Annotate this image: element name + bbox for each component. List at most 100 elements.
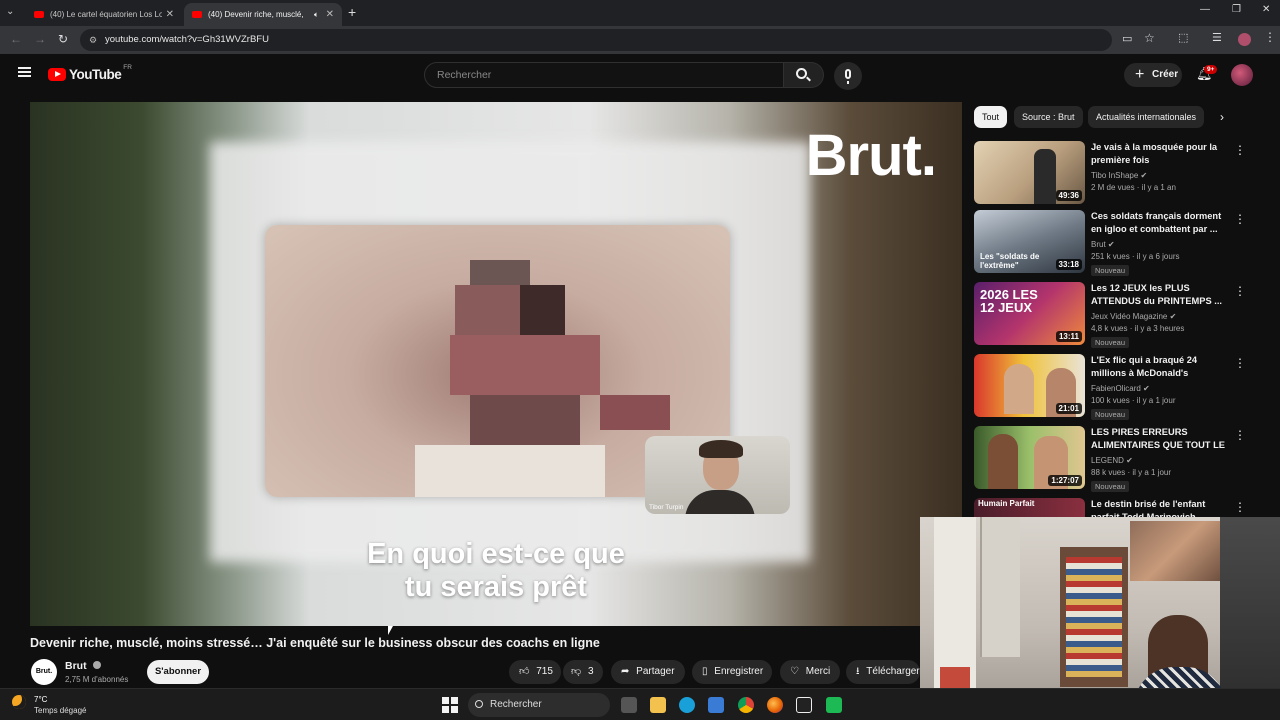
tab-list-dropdown-icon[interactable]: ⌄ [6,6,14,17]
task-view-icon[interactable] [621,697,637,713]
search-button[interactable] [784,62,824,88]
region-code: FR [123,64,132,71]
recommendation-meta: 88 k vues · il y a 1 jour [1091,468,1172,477]
channel-avatar-text: Brut. [35,668,53,675]
video-player[interactable]: Tibor Turpin Brut. En quoi est-ce que tu… [30,102,962,626]
save-button[interactable]: ▯ Enregistrer [692,660,772,684]
more-options-icon[interactable]: ⋮ [1234,500,1246,514]
subtitle-line-2: tu serais prêt [404,571,588,603]
browser-tab-1[interactable]: (40) Le cartel équatorien Los Lo ✕ [26,3,182,26]
taskbar-search[interactable]: Rechercher [468,693,610,717]
recommendation-item[interactable]: 21:01 L'Ex flic qui a braqué 24 millions… [974,354,1254,420]
verified-icon: ✔ [1143,384,1150,393]
channel-name[interactable]: Brut [65,660,101,672]
new-tab-button[interactable]: + [348,4,356,20]
video-thumbnail: 1:27:07 [974,426,1085,489]
store-icon[interactable] [708,697,724,713]
recommendation-item[interactable]: 1:27:07 LES PIRES ERREURS ALIMENTAIRES Q… [974,426,1254,492]
more-options-icon[interactable]: ⋮ [1234,212,1246,226]
extensions-icon[interactable]: ⬚ [1178,31,1188,44]
voice-search-button[interactable] [834,62,862,90]
recommendation-channel: LEGEND ✔ [1091,456,1133,465]
reading-list-icon[interactable]: ☰ [1212,31,1222,44]
video-title: Devenir riche, musclé, moins stressé… J'… [30,636,600,650]
mouse-cursor-icon [388,626,398,635]
account-avatar[interactable] [1231,64,1253,86]
download-icon: ⭳ [856,666,860,677]
save-label: Enregistrer [714,666,764,677]
logo-text: YouTube [69,67,122,82]
close-tab-icon[interactable]: ✕ [166,9,174,20]
duration-badge: 13:11 [1055,331,1082,342]
filter-chips: Tout Source : Brut Actualités internatio… [972,106,1240,130]
video-thumbnail: Les "soldats de l'extrême" 33:18 [974,210,1085,273]
notification-count-badge: 9+ [1204,65,1218,74]
browser-menu-icon[interactable]: ⋮ [1264,30,1276,44]
cam-name-label: Tibor Turpin [649,504,684,511]
app-icon[interactable] [826,697,842,713]
recommendation-title: LES PIRES ERREURS ALIMENTAIRES QUE TOUT … [1091,427,1225,450]
url-field[interactable]: ⚙ youtube.com/watch?v=Gh31WVZrBFU [80,29,1112,51]
recommendation-item[interactable]: Les "soldats de l'extrême" 33:18 Ces sol… [974,210,1254,276]
back-icon[interactable]: ← [10,32,22,46]
more-options-icon[interactable]: ⋮ [1234,356,1246,370]
tab-title: (40) Devenir riche, musclé, [208,10,304,19]
recommendation-item[interactable]: 49:36 Je vais à la mosquée pour la premi… [974,141,1254,207]
hamburger-menu-icon[interactable] [18,67,31,77]
chrome-icon[interactable] [738,697,754,713]
channel-avatar[interactable]: Brut. [31,659,57,685]
file-explorer-icon[interactable] [650,697,666,713]
site-info-icon[interactable]: ⚙ [89,29,97,51]
maximize-icon[interactable]: ❐ [1232,4,1241,15]
profile-avatar[interactable] [1238,33,1251,46]
forward-icon[interactable]: → [34,32,46,46]
close-tab-icon[interactable]: ✕ [326,9,334,20]
more-options-icon[interactable]: ⋮ [1234,284,1246,298]
thanks-button[interactable]: ♡ Merci [780,660,840,684]
verified-icon: ✔ [1140,171,1148,180]
recommendation-title: Le destin brisé de l'enfant parfait Todd… [1091,499,1206,518]
recommendation-item[interactable]: Humain Parfait Le destin brisé de l'enfa… [974,498,1254,518]
like-button[interactable]: 👍︎ 715 [509,660,561,684]
share-label: Partager [636,666,675,677]
windows-start-icon[interactable] [442,697,458,713]
dislike-count: 3 [587,666,594,677]
reload-icon[interactable]: ↻ [58,32,68,46]
youtube-logo[interactable]: YouTube FR [48,64,132,82]
microphone-icon [845,69,851,79]
cast-icon[interactable]: ▭ [1122,32,1132,45]
chip-source-brut[interactable]: Source : Brut [1014,106,1083,128]
more-options-icon[interactable]: ⋮ [1234,143,1246,157]
recommendation-channel: Tibo InShape ✔ [1091,171,1148,180]
firefox-icon[interactable] [767,697,783,713]
chip-international-news[interactable]: Actualités internationales [1088,106,1205,128]
download-label: Télécharger [866,666,920,677]
create-button[interactable]: + Créer [1124,63,1182,87]
taskbar-search-label: Rechercher [490,699,542,710]
capcut-icon[interactable] [796,697,812,713]
download-button[interactable]: ⭳ Télécharger [846,660,920,684]
plus-icon: + [1135,66,1145,83]
edge-browser-icon[interactable] [679,697,695,713]
bookmark-star-icon[interactable]: ☆ [1144,31,1155,45]
thumbs-down-icon: 👎︎ [571,666,582,677]
subscribe-button[interactable]: S'abonner [147,660,209,684]
chips-next-chevron-icon[interactable]: › [1220,110,1224,124]
speaker-icon[interactable]: 🔈︎ [314,10,319,20]
thumbnail-text: 2026 LES 12 JEUX [980,287,1038,315]
dislike-button[interactable]: 👎︎ 3 [563,660,603,684]
more-options-icon[interactable]: ⋮ [1234,428,1246,442]
close-window-icon[interactable]: ✕ [1262,4,1270,15]
duration-badge: 21:01 [1055,403,1082,414]
recommendation-title: Ces soldats français dorment en igloo et… [1091,211,1222,234]
recommendation-item[interactable]: 2026 LES 12 JEUX 13:11 Les 12 JEUX les P… [974,282,1254,348]
new-badge: Nouveau [1091,409,1130,420]
bookmark-icon: ▯ [702,666,708,677]
search-input[interactable]: Rechercher [424,62,784,88]
share-button[interactable]: ➦ Partager [611,660,685,684]
chip-all[interactable]: Tout [974,106,1008,128]
verified-icon [92,661,101,669]
browser-tab-2[interactable]: (40) Devenir riche, musclé, 🔈︎ ✕ [184,3,342,26]
minimize-icon[interactable]: — [1200,4,1210,15]
youtube-play-icon [48,68,66,81]
